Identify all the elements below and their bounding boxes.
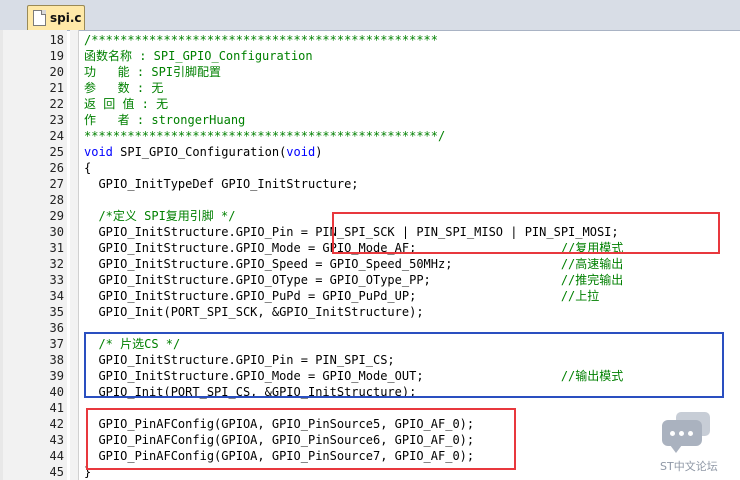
line-number: 43 <box>49 433 64 447</box>
code-comment: //上拉 <box>560 289 600 303</box>
highlight-box-cs-config <box>84 332 724 398</box>
code-line[interactable]: 21 参 数 : 无 <box>0 80 740 96</box>
code-keyword: void <box>286 145 316 159</box>
code-text: GPIO_InitTypeDef GPIO_InitStructure; <box>84 177 359 191</box>
line-number: 34 <box>49 289 64 303</box>
code-line[interactable]: 24 **************************************… <box>0 128 740 144</box>
line-code: ****************************************… <box>84 128 445 144</box>
code-comment: //高速输出 <box>560 257 624 271</box>
code-text: GPIO_InitStructure.GPIO_PuPd = GPIO_PuPd… <box>84 289 561 303</box>
line-number: 39 <box>49 369 64 383</box>
line-number: 35 <box>49 305 64 319</box>
line-number: 29 <box>49 209 64 223</box>
code-comment: 函数名称 : SPI_GPIO_Configuration <box>84 49 313 63</box>
line-number: 37 <box>49 337 64 351</box>
line-number: 27 <box>49 177 64 191</box>
code-comment: 作 者 : strongerHuang <box>84 113 246 127</box>
line-code: GPIO_Init(PORT_SPI_SCK, &GPIO_InitStruct… <box>84 304 424 320</box>
line-code: 参 数 : 无 <box>84 80 163 96</box>
line-code: GPIO_InitStructure.GPIO_Speed = GPIO_Spe… <box>84 256 623 272</box>
code-line[interactable]: 23 作 者 : strongerHuang <box>0 112 740 128</box>
code-keyword: void <box>84 145 113 159</box>
code-line[interactable]: 20 功 能 : SPI引脚配置 <box>0 64 740 80</box>
line-number: 32 <box>49 257 64 271</box>
line-number: 45 <box>49 465 64 479</box>
code-line[interactable]: 18 /*************************************… <box>0 32 740 48</box>
code-text: GPIO_InitStructure.GPIO_Speed = GPIO_Spe… <box>84 257 561 271</box>
code-line[interactable]: 35 GPIO_Init(PORT_SPI_SCK, &GPIO_InitStr… <box>0 304 740 320</box>
line-code: GPIO_InitStructure.GPIO_OType = GPIO_OTy… <box>84 272 623 288</box>
line-number: 41 <box>49 401 64 415</box>
code-line[interactable]: 32 GPIO_InitStructure.GPIO_Speed = GPIO_… <box>0 256 740 272</box>
code-line[interactable]: 34 GPIO_InitStructure.GPIO_PuPd = GPIO_P… <box>0 288 740 304</box>
line-code: 返 回 值 : 无 <box>84 96 168 112</box>
chat-bubble-icon <box>662 420 702 453</box>
highlight-box-af-config <box>86 408 516 470</box>
line-number: 40 <box>49 385 64 399</box>
line-number: 44 <box>49 449 64 463</box>
watermark-text: ST中文论坛 <box>660 460 718 473</box>
code-comment: 功 能 : SPI引脚配置 <box>84 65 222 79</box>
line-code: 功 能 : SPI引脚配置 <box>84 64 221 80</box>
line-code: { <box>84 160 91 176</box>
code-comment: /*定义 SPI复用引脚 */ <box>84 209 236 223</box>
line-number: 36 <box>49 321 64 335</box>
line-number: 21 <box>49 81 64 95</box>
line-number: 22 <box>49 97 64 111</box>
code-comment: //推完输出 <box>560 273 624 287</box>
c-file-icon <box>33 10 46 26</box>
code-text: ) <box>315 145 323 159</box>
line-number: 26 <box>49 161 64 175</box>
line-code: 作 者 : strongerHuang <box>84 112 245 128</box>
highlight-box-spi-pins <box>332 212 720 254</box>
code-comment: 返 回 值 : 无 <box>84 97 169 111</box>
code-line[interactable]: 19 函数名称 : SPI_GPIO_Configuration <box>0 48 740 64</box>
line-number: 30 <box>49 225 64 239</box>
code-line[interactable]: 33 GPIO_InitStructure.GPIO_OType = GPIO_… <box>0 272 740 288</box>
line-number: 25 <box>49 145 64 159</box>
code-line[interactable]: 28 <box>0 192 740 208</box>
line-number: 20 <box>49 65 64 79</box>
line-number: 42 <box>49 417 64 431</box>
line-number: 18 <box>49 33 64 47</box>
line-code: void SPI_GPIO_Configuration(void) <box>84 144 322 160</box>
line-code: GPIO_InitStructure.GPIO_PuPd = GPIO_PuPd… <box>84 288 599 304</box>
code-text: SPI_GPIO_Configuration( <box>112 145 287 159</box>
line-code: /***************************************… <box>84 32 438 48</box>
code-text: GPIO_InitStructure.GPIO_OType = GPIO_OTy… <box>84 273 561 287</box>
line-number: 28 <box>49 193 64 207</box>
code-comment: ****************************************… <box>84 129 446 143</box>
line-number: 19 <box>49 49 64 63</box>
tab-spi-c[interactable]: spi.c <box>27 5 85 30</box>
code-text: { <box>84 161 92 175</box>
code-comment: 参 数 : 无 <box>84 81 164 95</box>
code-comment: /***************************************… <box>84 33 439 47</box>
line-code: /*定义 SPI复用引脚 */ <box>84 208 235 224</box>
code-line[interactable]: 22 返 回 值 : 无 <box>0 96 740 112</box>
code-line[interactable]: 25 void SPI_GPIO_Configuration(void) <box>0 144 740 160</box>
line-number: 24 <box>49 129 64 143</box>
line-number: 38 <box>49 353 64 367</box>
tab-label: spi.c <box>50 11 82 25</box>
line-number: 33 <box>49 273 64 287</box>
code-line[interactable]: 27 GPIO_InitTypeDef GPIO_InitStructure; <box>0 176 740 192</box>
code-editor[interactable]: 18 /*************************************… <box>0 30 740 480</box>
forum-watermark: ST中文论坛 <box>660 410 724 474</box>
line-code: GPIO_InitTypeDef GPIO_InitStructure; <box>84 176 359 192</box>
line-number: 23 <box>49 113 64 127</box>
tab-bar: spi.c <box>0 0 740 31</box>
code-line[interactable]: 26 { <box>0 160 740 176</box>
line-number: 31 <box>49 241 64 255</box>
code-text: GPIO_Init(PORT_SPI_SCK, &GPIO_InitStruct… <box>84 305 424 319</box>
line-code: 函数名称 : SPI_GPIO_Configuration <box>84 48 313 64</box>
